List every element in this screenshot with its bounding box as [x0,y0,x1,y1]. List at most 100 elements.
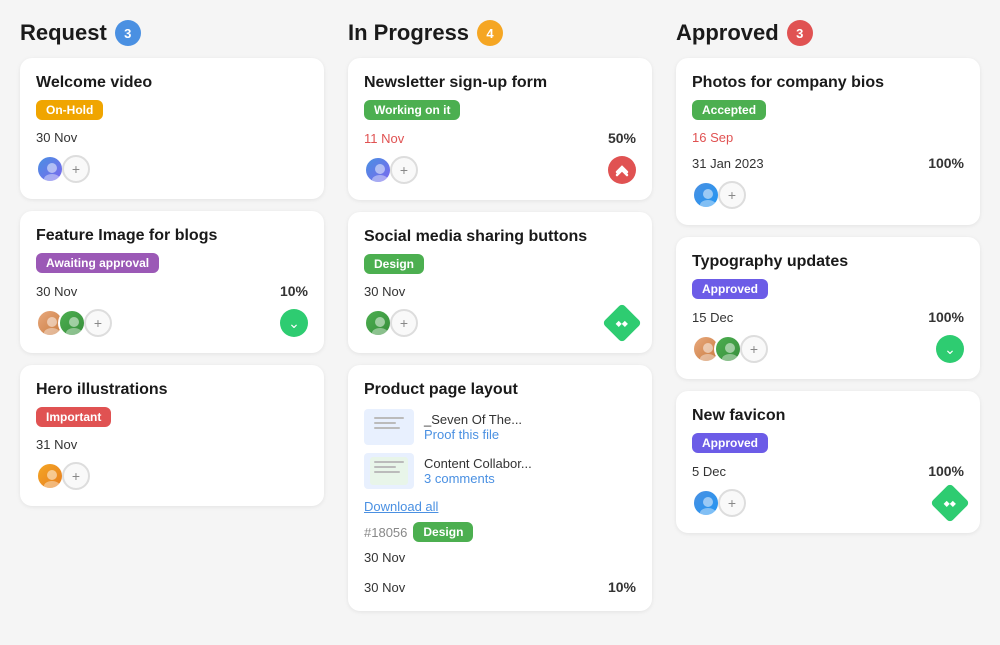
column-approved: Approved3Photos for company biosAccepted… [676,20,980,623]
card-tag-feature-image: Awaiting approval [36,253,159,273]
card-title-typography-updates: Typography updates [692,253,964,271]
column-header-approved: Approved3 [676,20,980,46]
add-avatar-button[interactable]: + [390,309,418,337]
avatar [58,309,86,337]
add-avatar-button[interactable]: + [84,309,112,337]
file-item: _Seven Of The...Proof this file [364,409,636,445]
card-title-photos-bios: Photos for company bios [692,74,964,92]
card-footer-photos-bios: + [692,181,964,209]
card-title-welcome-video: Welcome video [36,74,308,92]
column-badge-request: 3 [115,20,141,46]
avatar [714,335,742,363]
card-tag-welcome-video: On-Hold [36,100,103,120]
card-title-hero-illustrations: Hero illustrations [36,381,308,399]
diamond-icon[interactable]: ◆◆ [930,483,970,523]
card-tag-hero-illustrations: Important [36,407,111,427]
card-new-favicon: New faviconApproved5 Dec100%+◆◆ [676,391,980,533]
column-request: Request3Welcome videoOn-Hold30 Nov+Featu… [20,20,324,623]
card-date-newsletter-form: 11 Nov 50% [364,130,636,146]
card-product-page: Product page layout _Seven Of The...Proof… [348,365,652,611]
add-avatar-button[interactable]: + [62,155,90,183]
card-feature-image: Feature Image for blogs Awaiting approval… [20,211,324,353]
card-date-feature-image: 30 Nov 10% [36,283,308,299]
add-avatar-button[interactable]: + [740,335,768,363]
avatar [36,155,64,183]
progress-text: 10% [280,283,308,299]
avatars-group: + [692,181,746,209]
avatar [364,156,392,184]
avatars-group: + [36,462,90,490]
card-title-new-favicon: New favicon [692,407,964,425]
card-title-newsletter-form: Newsletter sign-up form [364,74,636,92]
kanban-board: Request3Welcome videoOn-Hold30 Nov+Featu… [20,20,980,623]
avatars-group: + [36,309,112,337]
chevron-down-icon[interactable]: ⌄ [936,335,964,363]
priority-up-icon[interactable] [608,156,636,184]
add-avatar-button[interactable]: + [62,462,90,490]
card-date-new-favicon: 5 Dec 100% [692,463,964,479]
add-avatar-button[interactable]: + [718,489,746,517]
date-text: 15 Dec [692,310,733,325]
progress-text: 100% [928,309,964,325]
column-badge-approved: 3 [787,20,813,46]
card-footer-feature-image: +⌄ [36,309,308,337]
ticket-id: #18056 [364,525,407,540]
avatars-group: + [364,309,418,337]
card-title-feature-image: Feature Image for blogs [36,227,308,245]
progress-text: 100% [928,463,964,479]
card-social-media: Social media sharing buttonsDesign30 Nov… [348,212,652,353]
date-text: 11 Nov [364,131,404,146]
column-in-progress: In Progress 4 Newsletter sign-up formWorki… [348,20,652,623]
card-tag-new-favicon: Approved [692,433,768,453]
file-thumb [364,453,414,489]
file-action[interactable]: Proof this file [424,427,522,442]
column-title-in-progress: In Progress [348,20,469,46]
file-thumb [364,409,414,445]
column-header-in-progress: In Progress 4 [348,20,652,46]
card-date-typography-updates: 15 Dec 100% [692,309,964,325]
avatars-group: + [36,155,90,183]
column-header-request: Request3 [20,20,324,46]
download-all-link[interactable]: Download all [364,499,636,514]
date-text: 5 Dec [692,464,726,479]
card-footer-new-favicon: +◆◆ [692,489,964,517]
card-title-social-media: Social media sharing buttons [364,228,636,246]
file-list-product-page: _Seven Of The...Proof this file Content C… [364,409,636,489]
chevron-down-icon[interactable]: ⌄ [280,309,308,337]
date-text: 30 Nov [36,284,77,299]
card-title-product-page: Product page layout [364,381,636,399]
add-avatar-button[interactable]: + [390,156,418,184]
card-welcome-video: Welcome video On-Hold 30 Nov + [20,58,324,199]
column-badge-in-progress: 4 [477,20,503,46]
card-footer-typography-updates: +⌄ [692,335,964,363]
date2-text: 31 Jan 2023 [692,156,764,171]
card-tag-social-media: Design [364,254,424,274]
card-date-product-page: 30 Nov [364,550,636,565]
file-item: Content Collabor...3 comments [364,453,636,489]
avatars-group: + [692,489,746,517]
progress-text: 50% [608,130,636,146]
card-footer-newsletter-form: + [364,156,636,184]
card-date-hero-illustrations: 31 Nov [36,437,308,452]
ticket-row: #18056Design [364,522,636,542]
card-date-welcome-video: 30 Nov [36,130,308,145]
add-avatar-button[interactable]: + [718,181,746,209]
product-footer: 30 Nov10% [364,579,636,595]
card-tag-photos-bios: Accepted [692,100,766,120]
file-action[interactable]: 3 comments [424,471,532,486]
diamond-icon[interactable]: ◆◆ [602,303,642,343]
card-tag-typography-updates: Approved [692,279,768,299]
card-hero-illustrations: Hero illustrations Important 31 Nov + [20,365,324,506]
card-newsletter-form: Newsletter sign-up formWorking on it11 N… [348,58,652,200]
card-date-photos-bios: 16 Sep [692,130,964,145]
card-date2-photos-bios: 31 Jan 2023 100% [692,155,964,171]
file-name: Content Collabor... [424,456,532,471]
product-date: 30 Nov [364,580,405,595]
card-footer-welcome-video: + [36,155,308,183]
card-footer-social-media: +◆◆ [364,309,636,337]
avatars-group: + [364,156,418,184]
card-typography-updates: Typography updatesApproved15 Dec100%+⌄ [676,237,980,379]
card-footer-hero-illustrations: + [36,462,308,490]
progress-text: 100% [928,155,964,171]
avatar [692,489,720,517]
